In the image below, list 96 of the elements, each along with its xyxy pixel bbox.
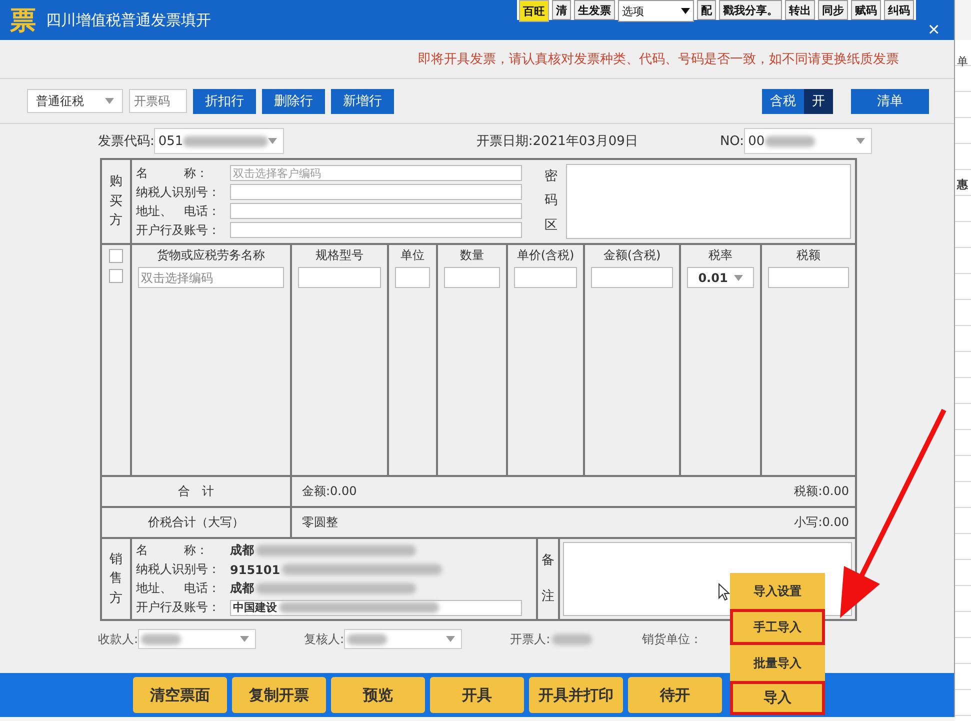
options-dropdown[interactable]: 选项 [618, 0, 694, 22]
invoice-code-dropdown[interactable]: 051 [154, 128, 284, 154]
toolbar-button[interactable]: 同步 [818, 0, 848, 20]
toolbar-button[interactable]: 赋码 [851, 0, 881, 20]
input-field[interactable] [514, 267, 577, 288]
toolbar-button[interactable]: 新增行 [331, 88, 394, 114]
column-header: 税额 [796, 247, 820, 264]
field-value: 成都 [230, 580, 254, 597]
mouse-cursor-icon [718, 583, 730, 601]
invoice-number-dropdown[interactable]: 00 [744, 128, 872, 154]
section-label: 销售方 [110, 550, 122, 608]
toolbar-tab[interactable]: 百旺 [519, 0, 549, 22]
tax-rate-dropdown[interactable]: 0.01 [687, 267, 754, 288]
section-label: 购买方 [110, 173, 122, 230]
signer-dropdown[interactable] [344, 629, 462, 649]
toolbar-button[interactable]: 纠码 [884, 0, 914, 20]
action-button[interactable]: 开具并打印 [529, 677, 623, 713]
field-label: 纳税人识别号： [136, 184, 221, 200]
menu-item[interactable]: 手工导入 [730, 609, 825, 645]
input-field[interactable] [230, 184, 522, 200]
window-title: 四川增值税普通发票填开 [46, 10, 211, 30]
input-field[interactable]: 双击选择编码 [138, 267, 284, 288]
signer-label: 收款人: [98, 630, 138, 648]
action-button[interactable]: 清空票面 [133, 677, 227, 713]
action-button[interactable]: 开具 [430, 677, 524, 713]
notice-text: 即将开具发票，请认真核对发票种类、代码、号码是否一致，如不同请更换纸质发票 [418, 51, 899, 68]
dropdown-arrow-icon [240, 636, 250, 642]
row-checkbox[interactable] [109, 249, 123, 263]
field-label: 开户行及账号： [136, 222, 221, 238]
dropdown-arrow-icon [681, 8, 690, 14]
total-tax: 税额:0.00 [794, 483, 850, 500]
input-field[interactable]: 双击选择客户编码 [230, 165, 522, 181]
list-button[interactable]: 清单 [851, 88, 929, 114]
toolbar-button[interactable]: 生发票 [574, 0, 615, 20]
redaction-mark [347, 634, 388, 644]
field-label: 地址、 电话： [136, 580, 221, 597]
toolbar-button[interactable]: 删除行 [262, 88, 325, 114]
signer-label: 复核人: [304, 630, 344, 648]
field-value: 915101 [230, 562, 280, 576]
redaction-mark [552, 634, 592, 644]
app-logo: 票 [10, 4, 36, 38]
action-button[interactable]: 复制开票 [232, 677, 326, 713]
grand-total-label: 价税合计（大写） [102, 508, 292, 537]
field-label: 纳税人识别号： [136, 561, 221, 578]
toolbar-button[interactable]: 戳我分享。 [719, 0, 782, 20]
input-field[interactable]: 中国建设 [230, 600, 522, 616]
tax-type-dropdown[interactable]: 普通征税 [27, 89, 123, 113]
invoice-date: 开票日期:2021年03月09日 [476, 133, 638, 150]
dropdown-arrow-icon [446, 636, 456, 642]
signer-dropdown[interactable] [138, 629, 256, 649]
field-value: 成都 [230, 542, 254, 559]
toolbar-button[interactable]: 折扣行 [193, 88, 256, 114]
action-button[interactable]: 待开 [628, 677, 722, 713]
input-field[interactable] [444, 267, 500, 288]
dropdown-arrow-icon [105, 98, 114, 104]
input-field[interactable] [768, 267, 849, 288]
column-header: 数量 [460, 247, 484, 264]
total-label: 合 计 [102, 477, 292, 506]
column-header: 货物或应税劳务名称 [157, 247, 265, 264]
input-field[interactable] [591, 267, 673, 288]
signer-label: 开票人: [510, 630, 550, 648]
column-header: 规格型号 [316, 247, 364, 264]
dropdown-arrow-icon [856, 138, 866, 144]
column-header: 金额(含税) [603, 247, 661, 264]
toolbar-button[interactable]: 配 [697, 0, 716, 20]
row-checkbox[interactable] [109, 269, 123, 283]
column-header: 单位 [400, 247, 424, 264]
field-label: 开户行及账号： [136, 599, 221, 616]
dropdown-arrow-icon [734, 274, 743, 280]
sheet-text: 单 [957, 54, 968, 69]
seller-unit-label: 销货单位： [642, 630, 702, 648]
number-label: NO: [720, 134, 744, 148]
amount-in-words: 零圆整 [301, 514, 339, 531]
amount-in-figures: 小写:0.00 [794, 514, 850, 531]
input-field[interactable] [230, 203, 522, 219]
dropdown-arrow-icon [268, 138, 278, 144]
column-header: 单价(含税) [516, 247, 574, 264]
action-button[interactable]: 预览 [331, 677, 425, 713]
column-header: 税率 [708, 247, 732, 264]
code-label: 发票代码: [98, 133, 154, 150]
input-field[interactable] [298, 267, 381, 288]
import-button[interactable]: 导入 [730, 681, 825, 715]
sheet-text: 惠 [957, 177, 968, 192]
section-label: 密码区 [544, 168, 558, 235]
total-amount: 金额:0.00 [301, 483, 358, 500]
redaction-mark [764, 136, 815, 146]
input-field[interactable] [395, 267, 430, 288]
code-input-field[interactable]: 开票码 [129, 89, 187, 113]
toolbar-button[interactable]: 转出 [785, 0, 815, 20]
field-label: 地址、 电话： [136, 202, 221, 220]
field-label: 名 称： [136, 542, 209, 559]
section-label: 备注 [542, 552, 554, 606]
field-label: 名 称： [136, 164, 209, 182]
redaction-mark [141, 634, 182, 644]
input-field[interactable] [230, 222, 522, 238]
toolbar-button[interactable]: 清 [552, 0, 571, 20]
